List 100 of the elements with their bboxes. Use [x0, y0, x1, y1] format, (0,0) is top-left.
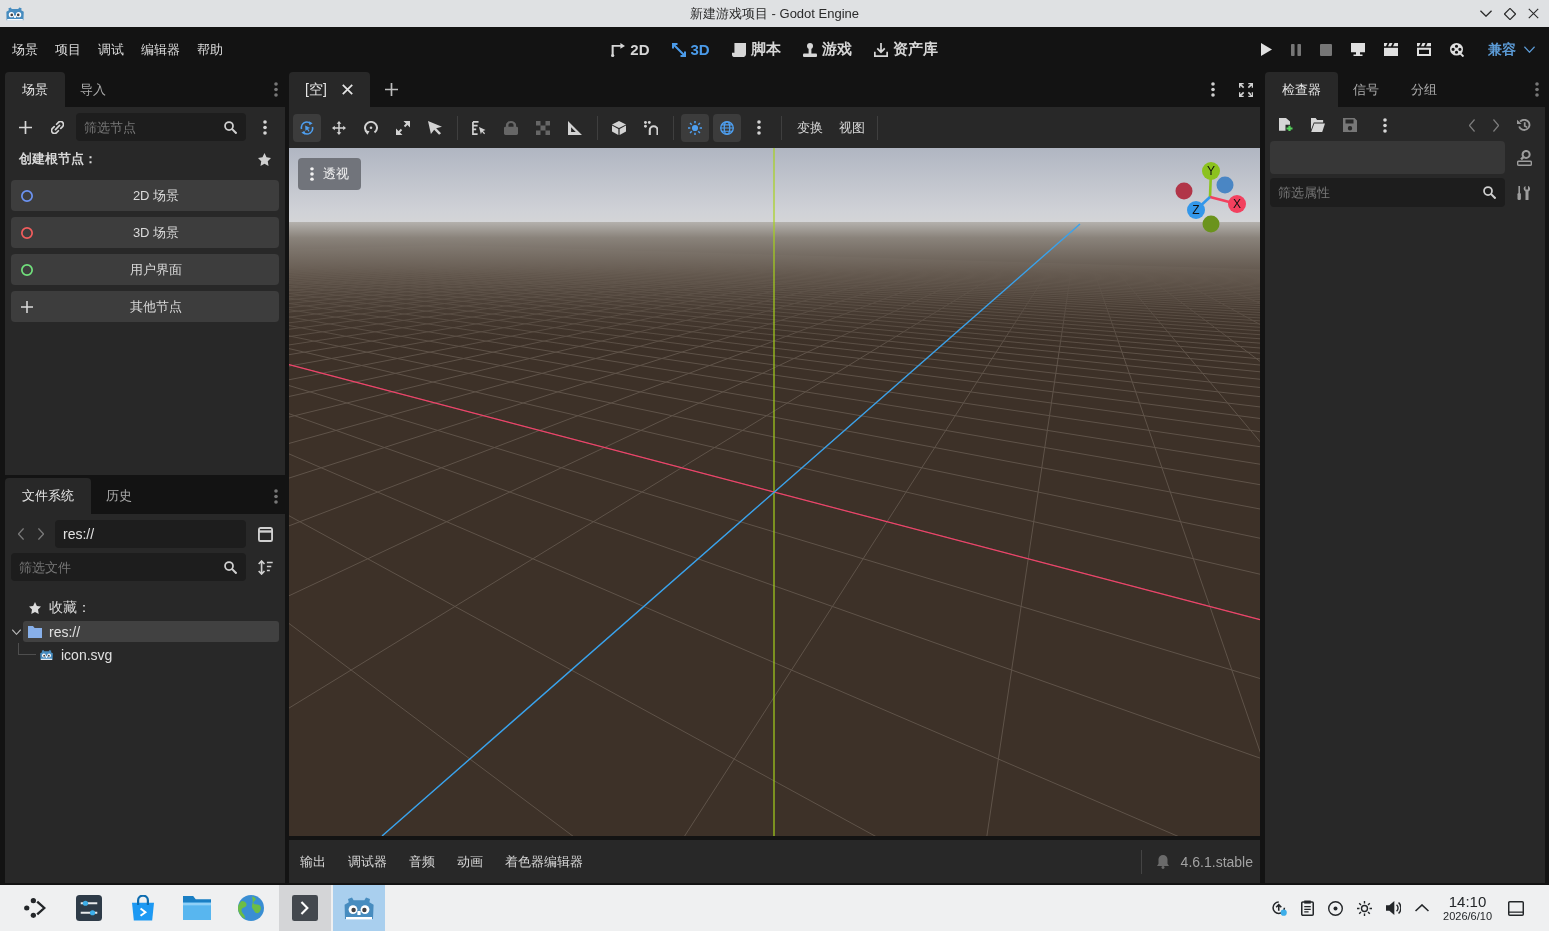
folder-icon[interactable] — [1311, 118, 1325, 132]
tool-button[interactable] — [713, 113, 741, 142]
workspace-button[interactable]: 游戏 — [802, 34, 852, 65]
star-icon[interactable] — [258, 152, 271, 166]
menu-item[interactable]: 帮助 — [197, 40, 223, 59]
dots-arrow-icon — [24, 898, 46, 918]
joystick-icon — [802, 42, 817, 57]
menu-item[interactable]: 场景 — [12, 40, 38, 59]
clipboard-icon[interactable] — [1301, 900, 1315, 916]
kebab-icon[interactable] — [1383, 117, 1387, 133]
view-menu-button[interactable]: 透视 — [298, 158, 361, 190]
tool-button[interactable] — [293, 113, 321, 142]
bell-icon[interactable] — [1156, 854, 1169, 869]
panel-tab[interactable]: 调试器 — [337, 840, 398, 883]
play-icon[interactable] — [1261, 43, 1272, 56]
search-icon — [224, 120, 237, 134]
tree-item[interactable]: icon.svg — [40, 644, 279, 665]
dock-tab[interactable]: 文件系统 — [5, 478, 91, 514]
scale-icon — [396, 120, 410, 135]
star-icon — [29, 602, 41, 614]
panel-tab[interactable]: 输出 — [289, 840, 337, 883]
film-reel-icon[interactable] — [1450, 42, 1464, 57]
fullscreen-icon[interactable] — [1239, 82, 1253, 97]
kebab-icon — [310, 167, 314, 181]
panel-tab[interactable]: 着色器编辑器 — [494, 840, 594, 883]
dock-tab[interactable]: 信号 — [1338, 72, 1396, 107]
panel-icon[interactable] — [258, 526, 273, 542]
clapperboard-icon[interactable] — [1417, 43, 1431, 56]
lock-icon — [504, 120, 518, 135]
speaker-icon[interactable] — [1386, 901, 1402, 915]
dock-tab[interactable]: 场景 — [5, 72, 65, 107]
magnet-icon — [644, 120, 658, 135]
close-icon[interactable] — [1528, 8, 1539, 19]
node-type-button[interactable]: 其他节点 — [11, 291, 279, 322]
renderer-dropdown[interactable]: 兼容 — [1488, 40, 1535, 59]
rotate-icon — [364, 120, 378, 135]
diagonal-arrow-icon — [671, 42, 686, 57]
diamond-icon[interactable] — [1504, 7, 1516, 20]
dock-tab[interactable]: 导入 — [65, 72, 123, 107]
clapperboard-icon[interactable] — [1384, 43, 1398, 56]
sun-icon[interactable] — [1357, 900, 1373, 916]
filter-field[interactable]: 筛选节点 — [76, 113, 246, 141]
taskbar-item[interactable] — [279, 885, 331, 931]
node-type-button[interactable]: 2D 场景 — [11, 180, 279, 211]
list-pointer-icon — [472, 120, 486, 135]
workspace-button[interactable]: 2D — [611, 34, 650, 65]
sort-icon[interactable] — [258, 559, 273, 575]
panel-tab[interactable]: 动画 — [446, 840, 494, 883]
menu-button[interactable]: 视图 — [831, 113, 873, 142]
dock-tab[interactable]: 分组 — [1396, 72, 1454, 107]
plus-icon[interactable] — [19, 120, 32, 134]
dock-tab[interactable]: 历史 — [91, 478, 149, 514]
robot-head-icon — [6, 5, 24, 22]
history-icon[interactable] — [1517, 118, 1531, 132]
globe-icon — [720, 120, 734, 135]
workspace-button[interactable]: 资产库 — [873, 34, 938, 65]
plus-icon[interactable] — [384, 83, 398, 96]
search-icon — [1483, 186, 1496, 199]
link-icon[interactable] — [51, 120, 64, 134]
favorites-item[interactable]: 收藏： — [11, 597, 279, 619]
menu-item[interactable]: 项目 — [55, 40, 81, 59]
globe-icon — [238, 895, 264, 921]
dock-tab[interactable]: 检查器 — [1265, 72, 1338, 107]
node-type-button[interactable]: 用户界面 — [11, 254, 279, 285]
new-file-icon[interactable] — [1279, 118, 1293, 132]
magnifier-icon[interactable] — [1517, 149, 1532, 166]
circle-arrow-icon[interactable] — [1271, 900, 1288, 916]
terminal-icon — [292, 895, 318, 921]
chevron-up-icon[interactable] — [1415, 904, 1430, 912]
square-icon[interactable] — [1508, 900, 1524, 916]
shopping-bag-icon — [132, 895, 154, 921]
menu-item[interactable]: 编辑器 — [141, 40, 180, 59]
filter-field[interactable]: 筛选文件 — [11, 553, 246, 581]
menu-item[interactable]: 调试 — [98, 40, 124, 59]
filter-field[interactable]: 筛选属性 — [1270, 178, 1505, 207]
chevron-down-icon[interactable] — [12, 628, 21, 635]
kebab-icon[interactable] — [263, 119, 267, 135]
path-field[interactable]: res:// — [55, 520, 246, 548]
chevron-down-icon[interactable] — [1480, 10, 1492, 17]
monitor-icon[interactable] — [1351, 43, 1365, 56]
window-title: 新建游戏项目 - Godot Engine — [689, 4, 860, 23]
folder-icon — [28, 625, 42, 638]
tools-icon[interactable] — [1517, 185, 1530, 200]
kebab-icon[interactable] — [1211, 82, 1215, 97]
robot-head-icon — [40, 648, 53, 661]
plus-icon — [21, 300, 33, 313]
panel-tab[interactable]: 音频 — [398, 840, 446, 883]
tree-item[interactable]: res:// — [23, 621, 279, 642]
workspace-button[interactable]: 3D — [671, 34, 710, 65]
tool-button[interactable] — [681, 113, 709, 142]
disc-icon[interactable] — [1328, 900, 1344, 916]
cube-icon — [612, 120, 626, 135]
checker-icon — [536, 120, 550, 135]
menu-button[interactable]: 变换 — [789, 113, 831, 142]
chevron-down-icon — [1524, 46, 1535, 53]
kebab-icon[interactable] — [757, 120, 761, 135]
node-type-button[interactable]: 3D 场景 — [11, 217, 279, 248]
move-icon — [332, 120, 346, 135]
workspace-button[interactable]: 脚本 — [731, 34, 781, 65]
scene-tab[interactable]: [空] — [289, 72, 370, 107]
